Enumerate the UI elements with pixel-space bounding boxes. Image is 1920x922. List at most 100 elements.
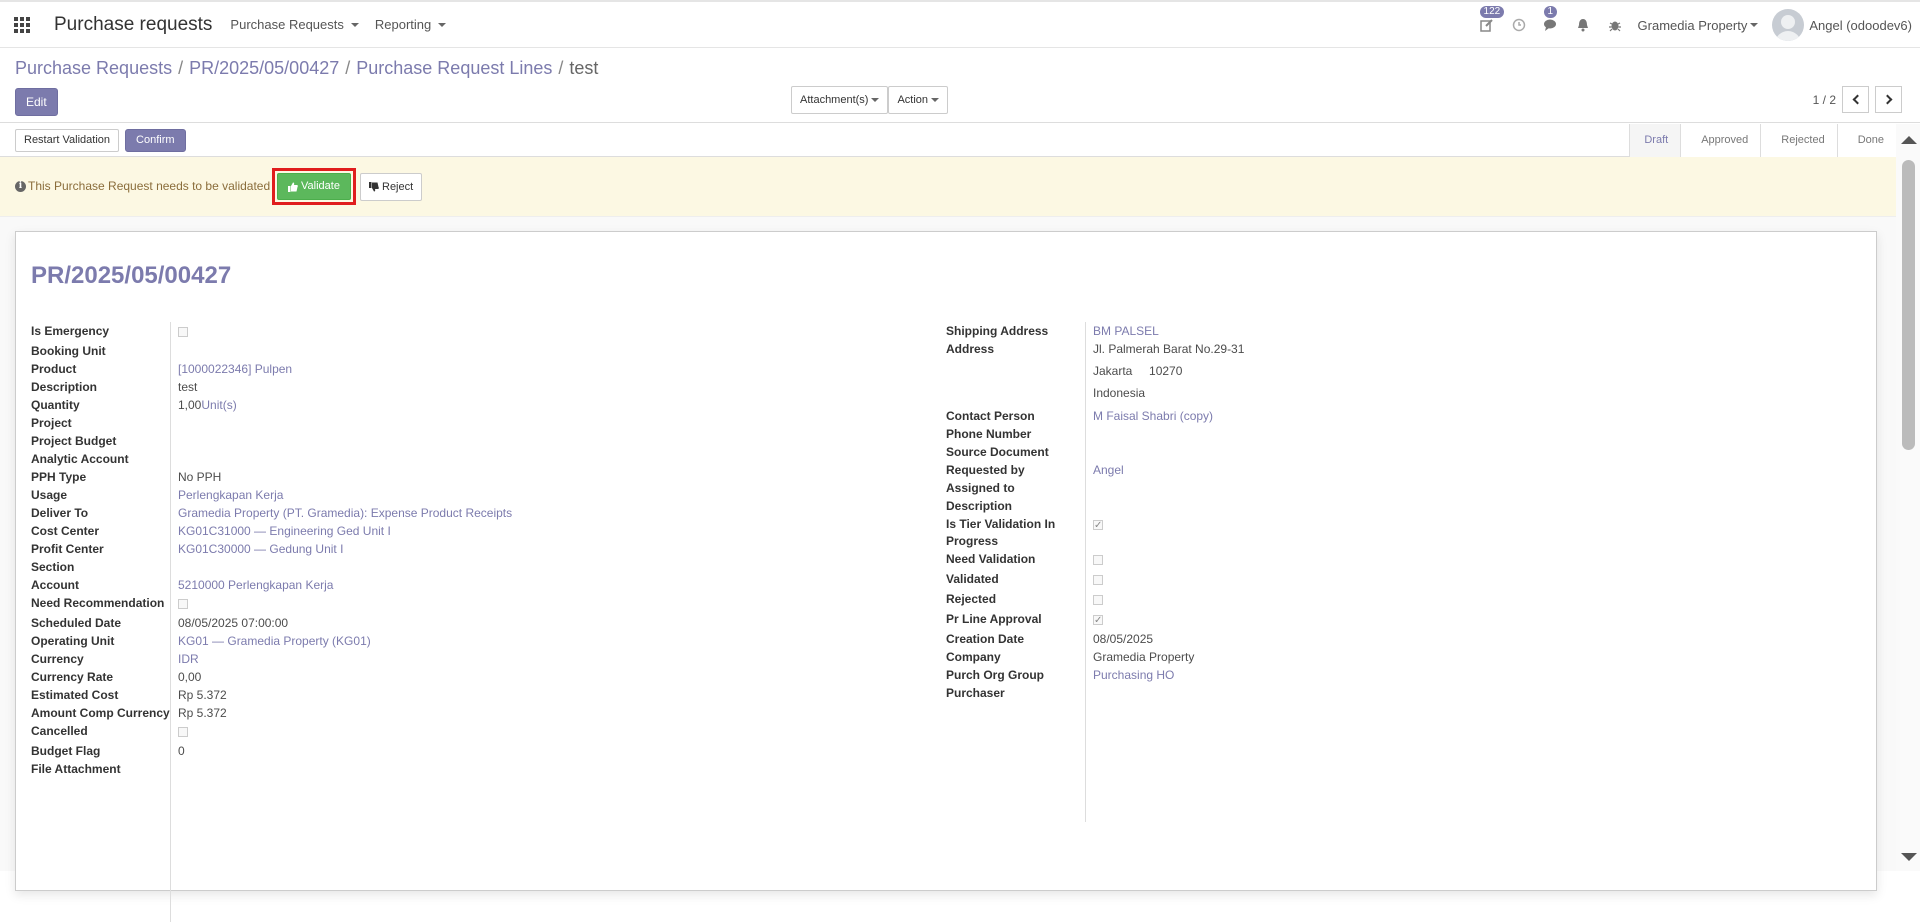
field-row-quantity: Quantity 1,00Unit(s) bbox=[31, 396, 761, 414]
field-label: Pr Line Approval bbox=[946, 612, 1042, 626]
field-label: Usage bbox=[31, 488, 68, 502]
field-label: Budget Flag bbox=[31, 744, 101, 758]
breadcrumb-separator: / bbox=[345, 58, 351, 78]
action-dropdown[interactable]: Action bbox=[888, 86, 949, 114]
field-row-cancelled: Cancelled bbox=[31, 722, 761, 742]
attachments-dropdown[interactable]: Attachment(s) bbox=[791, 86, 889, 114]
caret-down-icon bbox=[931, 98, 940, 102]
field-link[interactable]: KG01 — Gramedia Property (KG01) bbox=[178, 634, 371, 648]
field-label: Cancelled bbox=[31, 724, 88, 738]
field-row-scheduled-date: Scheduled Date 08/05/2025 07:00:00 bbox=[31, 614, 761, 632]
field-label: Cost Center bbox=[31, 524, 100, 538]
activity-button[interactable]: 122 bbox=[1478, 6, 1505, 34]
field-label: Need Recommendation bbox=[31, 596, 165, 610]
field-row-account: Account 5210000 Perlengkapan Kerja bbox=[31, 576, 761, 594]
field-label: Currency bbox=[31, 652, 84, 666]
stage-rejected[interactable]: Rejected bbox=[1760, 124, 1837, 157]
field-link[interactable]: M Faisal Shabri (copy) bbox=[1093, 409, 1213, 423]
reject-button[interactable]: Reject bbox=[360, 173, 423, 201]
field-value-estimated-cost: Rp 5.372 bbox=[178, 688, 227, 702]
field-row-section: Section bbox=[31, 558, 761, 576]
control-panel: Purchase Requests / PR/2025/05/00427/ Pur… bbox=[0, 48, 1920, 123]
caret-down-icon bbox=[350, 22, 359, 27]
validation-alert: i This Purchase Request needs to be vali… bbox=[0, 157, 1896, 217]
field-row-analytic-account: Analytic Account bbox=[31, 450, 761, 468]
field-label: Company bbox=[946, 650, 1001, 664]
stage-done[interactable]: Done bbox=[1836, 124, 1896, 157]
field-row-phone-number: Phone Number bbox=[946, 425, 1666, 443]
clock-button[interactable] bbox=[1510, 16, 1528, 34]
field-value-assigned-to bbox=[1093, 479, 1666, 497]
bug-icon bbox=[1608, 21, 1621, 32]
field-label: Assigned to bbox=[946, 481, 1015, 495]
field-link[interactable]: Angel bbox=[1093, 463, 1124, 477]
apps-menu-button[interactable] bbox=[0, 2, 44, 48]
field-label: Project bbox=[31, 416, 72, 430]
field-link[interactable]: Gramedia Property (PT. Gramedia): Expens… bbox=[178, 506, 512, 520]
restart-validation-button[interactable]: Restart Validation bbox=[15, 129, 120, 152]
field-link[interactable]: Perlengkapan Kerja bbox=[178, 488, 283, 502]
field-value-project-budget bbox=[178, 432, 761, 450]
breadcrumb-pr-number[interactable]: PR/2025/05/00427 bbox=[189, 58, 339, 79]
field-label: File Attachment bbox=[31, 762, 121, 776]
field-link[interactable]: Purchasing HO bbox=[1093, 668, 1174, 682]
field-value-profit-center: KG01C30000 — Gedung Unit I bbox=[178, 540, 761, 558]
company-name: Gramedia Property bbox=[1637, 17, 1748, 33]
field-row-is-emergency: Is Emergency bbox=[31, 322, 761, 342]
field-row-assigned-to: Assigned to bbox=[946, 479, 1666, 497]
company-switcher[interactable]: Gramedia Property bbox=[1638, 18, 1759, 33]
checkbox bbox=[1093, 575, 1103, 585]
validate-button[interactable]: Validate bbox=[277, 173, 351, 200]
field-link[interactable]: [1000022346] Pulpen bbox=[178, 362, 292, 376]
menu-label: Purchase Requests bbox=[230, 17, 344, 32]
field-link[interactable]: 5210000 Perlengkapan Kerja bbox=[178, 578, 333, 592]
user-menu[interactable]: Angel (odoodev6) bbox=[1772, 9, 1912, 41]
field-link[interactable]: KG01C30000 — Gedung Unit I bbox=[178, 542, 343, 556]
field-label: Operating Unit bbox=[31, 634, 115, 648]
field-value-section bbox=[178, 558, 761, 576]
field-value-validated bbox=[1093, 570, 1666, 590]
pager-value[interactable]: 1 / 2 bbox=[1813, 93, 1836, 107]
field-value-product: [1000022346] Pulpen bbox=[178, 360, 761, 378]
field-label: Validated bbox=[946, 572, 999, 586]
edit-button[interactable]: Edit bbox=[15, 88, 58, 116]
field-link[interactable]: IDR bbox=[178, 652, 199, 666]
field-label: Creation Date bbox=[946, 632, 1025, 646]
field-link[interactable]: KG01C31000 — Engineering Ged Unit I bbox=[178, 524, 391, 538]
field-row-deliver-to: Deliver To Gramedia Property (PT. Gramedi… bbox=[31, 504, 761, 522]
stage-approved[interactable]: Approved bbox=[1680, 124, 1761, 157]
edit-icon bbox=[1479, 19, 1493, 32]
pager-next-button[interactable] bbox=[1875, 86, 1902, 113]
scrollbar-thumb[interactable] bbox=[1902, 160, 1915, 450]
menu-purchase-requests[interactable]: Purchase Requests bbox=[230, 17, 359, 32]
field-row-company: Company Gramedia Property bbox=[946, 648, 1666, 666]
debug-button[interactable] bbox=[1606, 16, 1624, 34]
field-row-description: Description test bbox=[31, 378, 761, 396]
menu-reporting[interactable]: Reporting bbox=[375, 17, 447, 32]
stage-draft[interactable]: Draft bbox=[1629, 124, 1681, 157]
scroll-down-icon[interactable] bbox=[1901, 853, 1917, 861]
breadcrumb-request-lines[interactable]: Purchase Request Lines bbox=[356, 58, 552, 79]
breadcrumb-purchase-requests[interactable]: Purchase Requests bbox=[15, 58, 172, 79]
notifications-button[interactable] bbox=[1574, 16, 1592, 34]
field-value-description: test bbox=[178, 380, 198, 394]
activity-count-badge: 122 bbox=[1479, 6, 1505, 18]
field-label: Description bbox=[31, 380, 98, 394]
field-row-amount-comp-currency: Amount Comp Currency Rp 5.372 bbox=[31, 704, 761, 722]
pager-previous-button[interactable] bbox=[1842, 86, 1869, 113]
field-row-profit-center: Profit Center KG01C30000 — Gedung Unit I bbox=[31, 540, 761, 558]
scroll-up-icon[interactable] bbox=[1901, 136, 1917, 144]
field-label: Purch Org Group bbox=[946, 668, 1045, 682]
field-label: Need Validation bbox=[946, 552, 1036, 566]
field-row-need-recommendation: Need Recommendation bbox=[31, 594, 761, 614]
page-scrollbar[interactable] bbox=[1896, 124, 1920, 871]
messages-button[interactable]: 1 bbox=[1542, 6, 1560, 34]
field-label: Deliver To bbox=[31, 506, 89, 520]
unit-link[interactable]: Unit(s) bbox=[201, 398, 236, 412]
field-row-booking-unit: Booking Unit bbox=[31, 342, 761, 360]
reject-label: Reject bbox=[382, 181, 414, 193]
confirm-button[interactable]: Confirm bbox=[125, 129, 186, 152]
field-label: Shipping Address bbox=[946, 324, 1049, 338]
field-row-project-budget: Project Budget bbox=[31, 432, 761, 450]
field-link[interactable]: BM PALSEL bbox=[1093, 324, 1159, 338]
